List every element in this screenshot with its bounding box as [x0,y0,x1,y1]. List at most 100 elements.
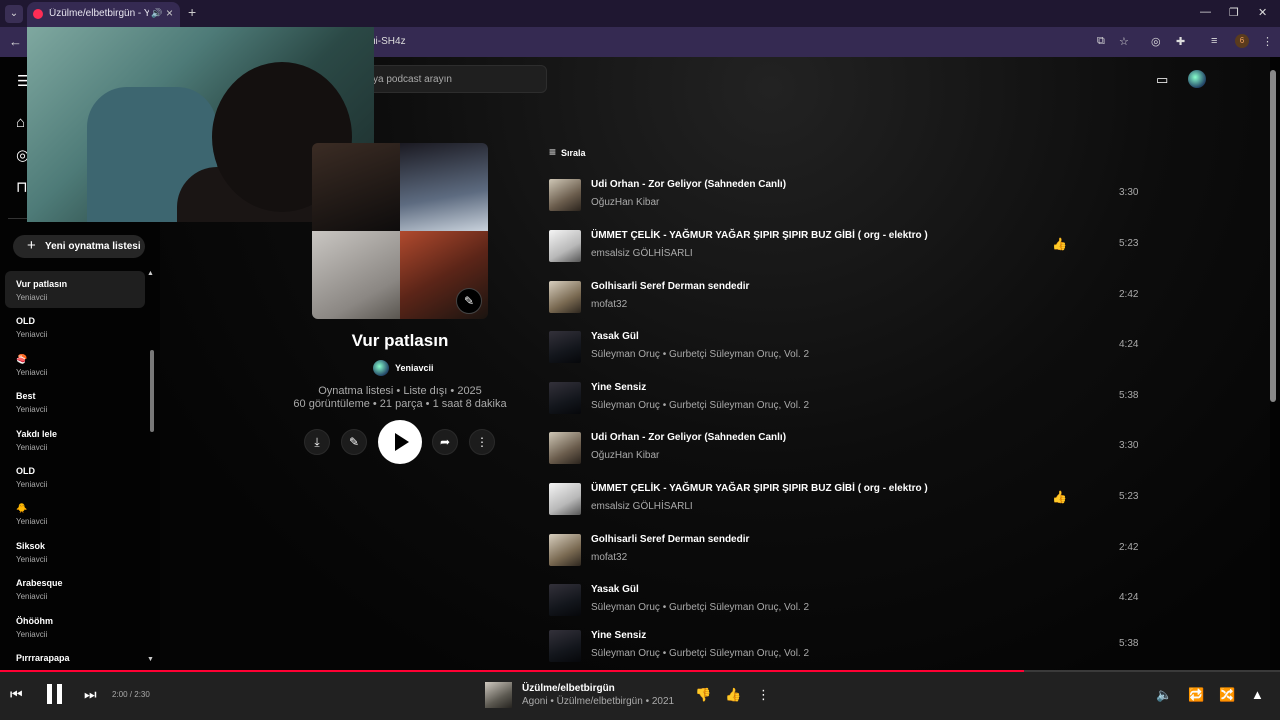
track-artist[interactable]: Süleyman Oruç • Gurbetçi Süleyman Oruç, … [591,400,809,411]
bookmark-star-icon[interactable]: ☆ [1119,35,1129,48]
play-button[interactable] [378,420,422,464]
install-app-icon[interactable]: ⧉ [1097,35,1105,48]
playlist-owner: Yeniavcii [16,554,48,564]
new-playlist-label: Yeni oynatma listesi [45,241,141,252]
next-track-icon[interactable]: ⏭ [84,686,97,703]
minimize-icon[interactable]: — [1200,6,1211,18]
back-arrow-icon[interactable]: ← [9,34,22,49]
home-icon[interactable]: ⌂ [16,114,25,131]
edit-cover-pencil-icon[interactable]: ✎ [456,288,482,314]
expand-player-icon[interactable]: ▲ [1251,687,1264,702]
playlist-owner: Yeniavcii [16,629,48,639]
reading-list-icon[interactable]: ≡ [1211,35,1217,47]
track-row[interactable]: Udi Orhan - Zor Geliyor (Sahneden Canlı)… [545,422,1145,472]
download-icon[interactable]: ⤓ [304,429,330,455]
track-title: Yine Sensiz [591,382,647,393]
sidebar-playlist-list: Vur patlasın Yeniavcii OLD Yeniavcii 🍣 Yeni… [5,271,145,682]
now-playing-subtitle[interactable]: Agoni • Üzülme/elbetbirgün • 2021 [522,696,674,707]
track-row[interactable]: ÜMMET ÇELİK - YAĞMUR YAĞAR ŞIPIR ŞIPIR B… [545,473,1145,523]
track-duration: 2:42 [1119,289,1139,300]
sidebar-playlist-item[interactable]: 🍣 Yeniavcii [5,346,145,383]
cast-icon[interactable]: ▭ [1156,72,1168,88]
track-row[interactable]: Udi Orhan - Zor Geliyor (Sahneden Canlı)… [545,169,1145,219]
playlist-owner: Yeniavcii [16,367,48,377]
track-row[interactable]: Yine Sensiz Süleyman Oruç • Gurbetçi Sül… [545,372,1145,422]
track-artist[interactable]: mofat32 [591,552,627,563]
track-artist[interactable]: OğuzHan Kibar [591,450,659,461]
url-field[interactable]: ui-SH4z [370,36,406,47]
track-artist[interactable]: OğuzHan Kibar [591,197,659,208]
sidebar-playlist-item[interactable]: OLD Yeniavcii [5,308,145,345]
sidebar-playlist-item[interactable]: Arabesque Yeniavcii [5,570,145,607]
shuffle-icon[interactable]: 🔀 [1219,687,1235,703]
sidebar-playlist-item[interactable]: Siksok Yeniavcii [5,533,145,570]
repeat-icon[interactable]: 🔁 [1188,687,1204,703]
sidebar-scroll-down-icon[interactable]: ▼ [147,656,154,663]
window-close-icon[interactable]: ✕ [1258,6,1267,19]
volume-icon[interactable]: 🔈 [1156,687,1172,703]
sidebar-playlist-item[interactable]: Vur patlasın Yeniavcii [5,271,145,309]
restore-icon[interactable]: ❐ [1229,6,1239,19]
playlist-owner: Yeniavcii [16,479,48,489]
profile-badge[interactable]: 6 [1235,34,1249,48]
tab-title: Üzülme/elbetbirgün - YouTube Music [49,8,149,19]
track-row[interactable]: Yasak Gül Süleyman Oruç • Gurbetçi Süley… [545,321,1145,371]
sidebar-playlist-item[interactable]: OLD Yeniavcii [5,458,145,495]
incognito-icon[interactable]: ◎ [1151,35,1161,48]
sidebar-playlist-item[interactable]: Yakdı lele Yeniavcii [5,421,145,458]
track-title: Golhisarli Seref Derman sendedir [591,281,750,292]
track-thumbnail [549,230,581,262]
account-avatar[interactable] [1188,70,1206,88]
library-icon[interactable]: ⊓ [16,178,28,196]
youtube-music-favicon-icon [33,9,43,19]
previous-track-icon[interactable]: ⏮ [10,686,23,703]
pause-button[interactable] [46,684,64,704]
new-tab-icon[interactable]: + [188,4,196,20]
now-playing-title[interactable]: Üzülme/elbetbirgün [522,683,615,694]
more-options-icon[interactable]: ⋮ [757,687,770,703]
track-artist[interactable]: mofat32 [591,299,627,310]
track-row[interactable]: Yasak Gül Süleyman Oruç • Gurbetçi Süley… [545,574,1145,624]
main-scrollbar[interactable] [1270,70,1276,402]
playlist-name: Arabesque [16,578,63,589]
sidebar-playlist-item[interactable]: Best Yeniavcii [5,383,145,420]
track-artist[interactable]: emsalsiz GÖLHİSARLI [591,501,693,512]
tab-search-icon[interactable]: ⌄ [5,5,23,23]
thumbs-up-liked-icon[interactable]: 👍 [1052,237,1067,251]
thumbs-up-liked-icon[interactable]: 👍 [1052,490,1067,504]
track-row[interactable]: Golhisarli Seref Derman sendedir mofat32… [545,271,1145,321]
track-duration: 3:30 [1119,187,1139,198]
track-row[interactable]: Golhisarli Seref Derman sendedir mofat32… [545,524,1145,574]
share-icon[interactable]: ➦ [432,429,458,455]
audio-playing-icon[interactable]: 🔊 [151,8,162,19]
track-title: Udi Orhan - Zor Geliyor (Sahneden Canlı) [591,179,787,190]
track-duration: 4:24 [1119,592,1139,603]
more-options-icon[interactable]: ⋮ [469,429,495,455]
sort-button[interactable]: ≡ Sırala [549,145,586,159]
extensions-icon[interactable]: ✚ [1176,35,1185,48]
track-artist[interactable]: Süleyman Oruç • Gurbetçi Süleyman Oruç, … [591,602,809,613]
track-duration: 5:38 [1119,390,1139,401]
close-tab-icon[interactable]: × [166,6,173,20]
track-thumbnail [549,179,581,211]
browser-menu-icon[interactable]: ⋮ [1262,35,1273,48]
playlist-name: OLD [16,316,35,327]
thumbs-down-icon[interactable]: 👎 [695,687,711,703]
new-playlist-button[interactable]: + Yeni oynatma listesi [13,235,145,258]
track-row[interactable]: ÜMMET ÇELİK - YAĞMUR YAĞAR ŞIPIR ŞIPIR B… [545,220,1145,270]
sidebar-scroll-up-icon[interactable]: ▲ [147,270,154,277]
track-artist[interactable]: Süleyman Oruç • Gurbetçi Süleyman Oruç, … [591,349,809,360]
sidebar-scrollbar[interactable] [150,350,154,432]
track-artist[interactable]: Süleyman Oruç • Gurbetçi Süleyman Oruç, … [591,648,809,659]
browser-tab[interactable]: Üzülme/elbetbirgün - YouTube Music 🔊 × [27,2,180,27]
sidebar-playlist-item[interactable]: Öhööhm Yeniavcii [5,608,145,645]
thumbs-up-icon[interactable]: 👍 [725,687,741,703]
track-thumbnail [549,382,581,414]
track-duration: 2:42 [1119,542,1139,553]
sidebar-playlist-item[interactable]: 🐥 Yeniavcii [5,495,145,532]
edit-pencil-icon[interactable]: ✎ [341,429,367,455]
track-artist[interactable]: emsalsiz GÖLHİSARLI [591,248,693,259]
now-playing-thumbnail[interactable] [485,682,512,708]
track-title: Yine Sensiz [591,630,647,641]
track-row[interactable]: Yine Sensiz Süleyman Oruç • Gurbetçi Sül… [545,620,1145,670]
